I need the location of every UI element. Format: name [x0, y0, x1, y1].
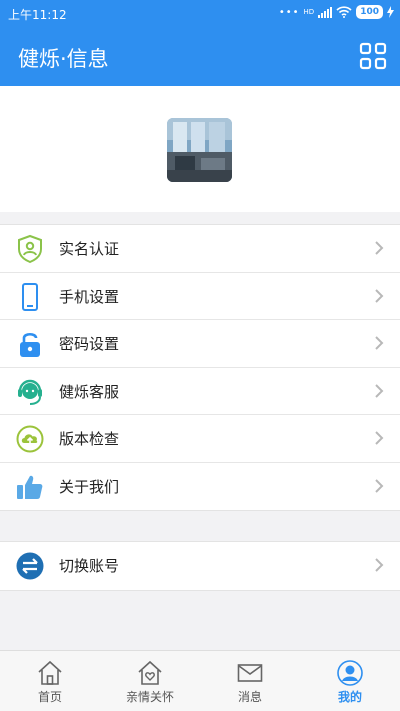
- signal-icon: [318, 6, 333, 18]
- battery-icon: 100: [356, 5, 383, 19]
- chevron-right-icon: [375, 431, 384, 445]
- menu-item-phone[interactable]: 手机设置: [0, 273, 400, 320]
- status-icons: ••• HD 100: [279, 5, 394, 19]
- lock-icon: [20, 332, 40, 357]
- qr-code-icon[interactable]: [359, 42, 387, 70]
- chevron-right-icon: [375, 336, 384, 350]
- menu-item-switch-account[interactable]: 切换账号: [0, 542, 400, 590]
- phone-icon: [22, 282, 38, 311]
- menu-item-label: 健烁客服: [59, 382, 120, 401]
- menu-item-label: 切换账号: [59, 557, 120, 575]
- chevron-right-icon: [375, 478, 384, 493]
- customer-service-icon: [18, 379, 42, 405]
- tab-label: 我的: [337, 690, 362, 704]
- menu-item-about-us[interactable]: 关于我们: [0, 463, 400, 511]
- menu-item-label: 版本检查: [59, 430, 120, 448]
- menu-item-label: 密码设置: [59, 335, 120, 353]
- chevron-right-icon: [375, 558, 384, 572]
- menu-item-label: 实名认证: [59, 240, 120, 258]
- menu-item-customer-service[interactable]: 健烁客服: [0, 368, 400, 415]
- chevron-right-icon: [375, 241, 384, 255]
- app-header: 健烁·信息: [0, 28, 400, 86]
- tab-family-care[interactable]: 亲情关怀: [100, 651, 200, 711]
- menu-item-label: 关于我们: [59, 477, 120, 496]
- menu-item-password[interactable]: 密码设置: [0, 320, 400, 368]
- settings-menu: 实名认证 手机设置 密码设置 健烁客服 版本检查 关于我们: [0, 224, 400, 511]
- network-type-label: HD: [303, 7, 315, 16]
- switch-account-section: 切换账号: [0, 541, 400, 591]
- mail-icon: [237, 664, 263, 682]
- page-title: 健烁·信息: [18, 47, 109, 71]
- profile-section: [0, 86, 400, 212]
- menu-item-identity[interactable]: 实名认证: [0, 225, 400, 273]
- chevron-right-icon: [375, 383, 384, 398]
- family-care-icon: [138, 660, 162, 685]
- menu-item-label: 手机设置: [59, 287, 120, 306]
- status-time: 上午11:12: [8, 8, 67, 22]
- switch-arrows-icon: [16, 552, 44, 580]
- tab-mine[interactable]: 我的: [300, 651, 400, 711]
- menu-item-version-check[interactable]: 版本检查: [0, 415, 400, 463]
- status-bar: 上午11:12 ••• HD 100: [0, 0, 400, 28]
- tab-label: 消息: [237, 690, 262, 704]
- user-icon: [337, 660, 363, 686]
- bottom-tab-bar: 首页 亲情关怀 消息 我的: [0, 650, 400, 711]
- identity-shield-icon: [18, 234, 42, 264]
- tab-messages[interactable]: 消息: [200, 651, 300, 711]
- tab-home[interactable]: 首页: [0, 651, 100, 711]
- wifi-icon: [336, 6, 352, 18]
- cloud-upload-icon: [16, 425, 44, 453]
- tab-label: 首页: [37, 690, 62, 704]
- tab-label: 亲情关怀: [125, 690, 174, 704]
- thumbs-up-icon: [17, 475, 43, 499]
- notification-dots-icon: •••: [278, 6, 300, 18]
- charging-icon: [387, 6, 394, 18]
- chevron-right-icon: [375, 288, 384, 303]
- avatar[interactable]: [167, 118, 232, 182]
- home-icon: [38, 660, 62, 685]
